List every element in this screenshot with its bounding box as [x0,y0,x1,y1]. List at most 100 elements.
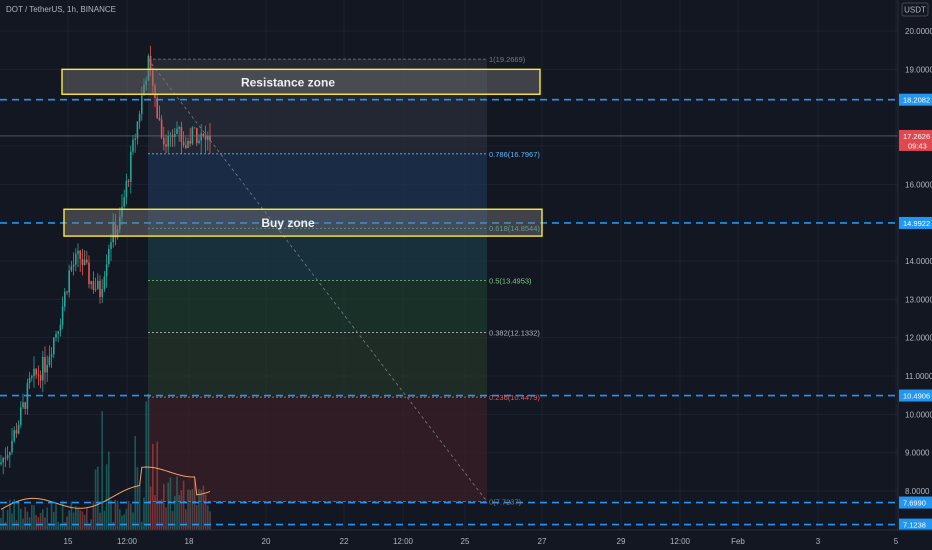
currency-badge[interactable]: USDT [901,2,929,17]
candle-body [81,258,84,265]
fib-label: 1(19.2669) [489,55,526,64]
volume-bar [31,504,33,530]
volume-bar [138,486,141,530]
volume-bar [112,521,114,530]
volume-bar [11,513,13,530]
volume-bar [101,411,103,530]
volume-bar [39,512,42,530]
volume-bar [193,479,196,530]
candle-body [165,144,167,147]
candle-body [88,262,90,285]
candle-body [97,280,99,289]
candle-body [9,452,11,456]
candle-body [92,281,95,290]
candle-body [158,118,161,120]
volume-bar [152,443,154,530]
volume-bar [149,486,152,530]
x-tick-label: 15 [64,537,73,546]
candle-body [149,55,152,69]
candle-body [101,289,103,297]
candle-body [79,250,81,259]
volume-bar [35,515,37,530]
volume-bar [158,500,161,530]
volume-bar [83,514,86,530]
volume-bar [207,505,209,530]
candle-body [141,95,143,114]
candle-body [70,266,73,271]
volume-bar [26,511,29,530]
candle-body [198,140,200,143]
x-tick-label: Feb [731,537,745,546]
candle-body [90,281,92,285]
candle-body [61,306,64,325]
y-tick-label: 8.0000 [905,487,930,496]
volume-bar [94,469,97,530]
candle-body [156,97,158,119]
volume-bar [57,521,59,530]
volume-bar [136,466,139,530]
volume-bar [169,477,172,530]
current-price-label: 17.2626 [903,132,930,141]
volume-bar [189,490,191,530]
level-pill-label: 10.4906 [903,392,930,401]
volume-bar [99,512,101,530]
volume-bar [53,511,55,530]
volume-bar [176,476,178,530]
fib-band [148,280,487,333]
candle-body [35,368,37,375]
volume-bar [163,484,165,530]
volume-bar [130,503,132,530]
candle-body [11,440,13,453]
x-tick-label: 20 [262,537,271,546]
volume-bar [70,501,73,530]
chart-title-group: DOT / TetherUS, 1h, BINANCE [6,5,116,14]
fib-label: 0.786(16.7967) [489,150,540,159]
volume-bar [127,500,130,530]
zone-label: Resistance zone [241,75,335,89]
time-axis: 15 12:00 18 20 22 12:00 25 27 29 12:00 Feb 3 5 [0,529,932,546]
volume-bar [2,509,4,530]
volume-bar [68,510,70,530]
volume-bar [75,506,77,530]
volume-bar [37,517,40,530]
volume-bar [167,482,169,530]
candle-body [20,407,22,426]
fib-label: 0.236(10.4479) [489,393,540,402]
volume-bar [17,500,20,530]
candle-body [17,425,20,434]
candle-body [83,259,86,265]
y-tick-label: 20.0000 [905,27,932,36]
volume-bar [141,521,143,530]
x-tick-label: 25 [461,537,470,546]
volume-bar [4,522,7,530]
volume-bar [97,466,99,530]
volume-bar [116,500,119,530]
level-pill-label: 7.1238 [903,521,926,530]
candle-body [200,133,202,141]
volume-bar [79,510,81,530]
volume-bar [6,509,9,530]
candle-body [108,249,110,265]
candle-body [178,127,180,129]
candle-body [176,128,178,135]
volume-bar [160,499,163,530]
candle-body [53,337,55,355]
candle-body [75,253,77,265]
volume-bar [182,480,185,530]
candle-body [22,402,24,408]
fib-band [148,397,487,502]
volume-bar [42,509,44,530]
candle-body [94,288,97,290]
volume-bar [202,485,205,530]
candle-body [6,455,9,459]
volume-bar [110,500,112,530]
y-tick-label: 12.0000 [905,334,932,343]
volume-bar [134,436,136,530]
candle-body [72,264,75,267]
zone-label: Buy zone [261,216,315,230]
level-pill-label: 14.9922 [903,219,930,228]
candle-body [55,333,57,338]
candle-body [110,242,112,250]
candle-body [189,140,191,144]
price-chart[interactable]: 1(19.2669)0.786(16.7967)0.618(14.8544)0.… [0,0,932,550]
